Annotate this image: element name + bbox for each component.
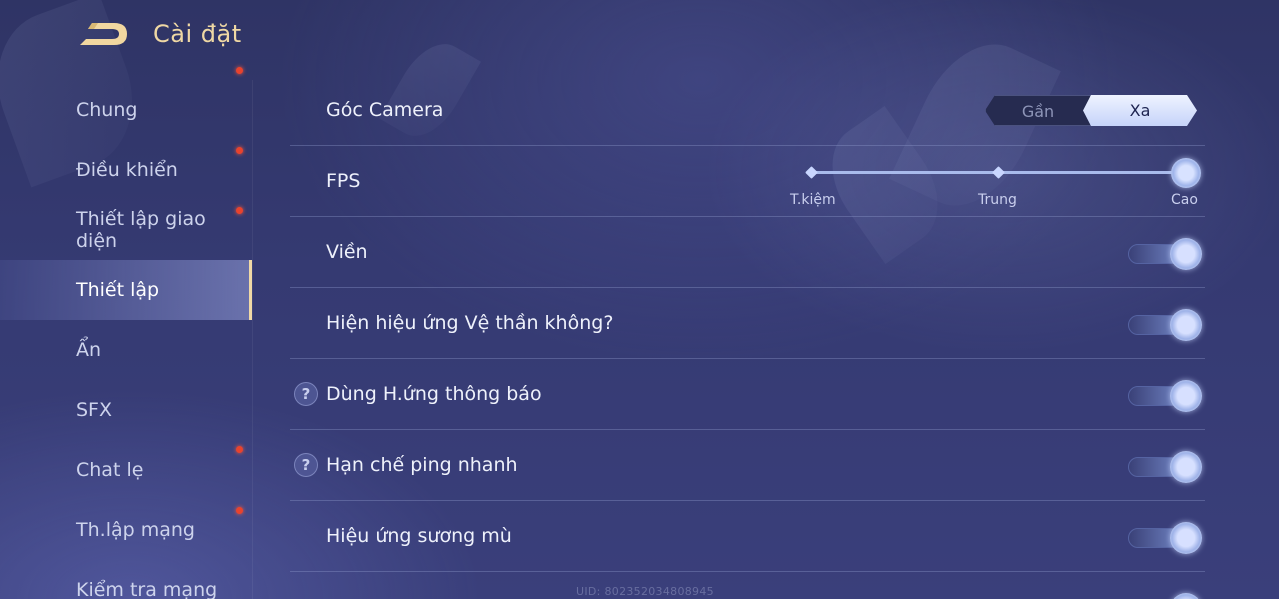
- fps-tick-label: T.kiệm: [790, 192, 836, 208]
- sidebar-item-settings[interactable]: Thiết lập: [0, 260, 252, 320]
- fps-tick-label: Cao: [1171, 192, 1198, 208]
- setting-row-fast-ping: ? Hạn chế ping nhanh: [290, 430, 1205, 501]
- setting-label: Hiện hiệu ứng Vệ thần không?: [326, 312, 614, 334]
- setting-row-camera: Góc Camera Gần Xa: [290, 75, 1205, 146]
- setting-label: Hiệu ứng sương mù: [326, 525, 512, 547]
- sidebar-item-label: Chat lẹ: [76, 459, 144, 481]
- fps-stop-eco[interactable]: [805, 166, 818, 179]
- notification-dot: [236, 207, 243, 214]
- sidebar-item-network-test[interactable]: Kiểm tra mạng: [0, 560, 252, 599]
- sidebar-item-general[interactable]: Chung: [0, 80, 252, 140]
- sidebar-divider: [252, 80, 253, 599]
- outline-toggle[interactable]: [1128, 238, 1204, 270]
- next-row-toggle[interactable]: [1128, 593, 1204, 599]
- sidebar-item-hidden[interactable]: Ẩn: [0, 320, 252, 380]
- sidebar-item-interface[interactable]: Thiết lập giao diện: [0, 200, 252, 260]
- user-id: UID: 802352034808945: [576, 585, 714, 598]
- setting-row-fps: FPS T.kiệm Trung Cao: [290, 146, 1205, 217]
- toggle-knob: [1170, 593, 1202, 599]
- camera-angle-selector: Gần Xa: [985, 95, 1197, 126]
- sidebar-item-label: Kiểm tra mạng: [76, 579, 218, 599]
- setting-label: Dùng H.ứng thông báo: [326, 383, 542, 405]
- sidebar-item-sfx[interactable]: SFX: [0, 380, 252, 440]
- back-arrow-icon: [80, 23, 127, 45]
- settings-panel: Góc Camera Gần Xa FPS T.kiệm Trung Cao V…: [290, 75, 1205, 599]
- page-title: Cài đặt: [153, 20, 242, 48]
- notification-dot: [236, 67, 243, 74]
- notification-dot: [236, 507, 243, 514]
- fog-effect-toggle[interactable]: [1128, 522, 1204, 554]
- help-icon[interactable]: ?: [294, 382, 318, 406]
- sidebar-item-controls[interactable]: Điều khiển: [0, 67, 252, 200]
- fps-tick-label: Trung: [978, 192, 1017, 208]
- toggle-knob: [1170, 451, 1202, 483]
- toggle-knob: [1170, 238, 1202, 270]
- toggle-knob: [1170, 309, 1202, 341]
- camera-option-far[interactable]: Xa: [1083, 95, 1197, 126]
- guardian-effect-toggle[interactable]: [1128, 309, 1204, 341]
- fps-stop-medium[interactable]: [992, 166, 1005, 179]
- toggle-knob: [1170, 380, 1202, 412]
- fast-ping-toggle[interactable]: [1128, 451, 1204, 483]
- sidebar: Chung Điều khiển Thiết lập giao diện Thi…: [0, 67, 252, 599]
- sidebar-item-quick-chat[interactable]: Chat lẹ: [0, 440, 252, 500]
- setting-row-guardian-effect: Hiện hiệu ứng Vệ thần không?: [290, 288, 1205, 359]
- sidebar-item-label: Thiết lập giao diện: [76, 208, 206, 252]
- setting-row-fog-effect: Hiệu ứng sương mù: [290, 501, 1205, 572]
- setting-label: Góc Camera: [326, 99, 444, 121]
- sidebar-item-label: Chung: [76, 99, 138, 121]
- setting-label: Hạn chế ping nhanh: [326, 454, 518, 476]
- sidebar-item-label: Điều khiển: [76, 159, 178, 181]
- sidebar-item-network-settings[interactable]: Th.lập mạng: [0, 500, 252, 560]
- help-icon[interactable]: ?: [294, 453, 318, 477]
- notification-dot: [236, 446, 243, 453]
- setting-label: FPS: [326, 170, 361, 192]
- toggle-knob: [1170, 522, 1202, 554]
- sidebar-item-label: Ẩn: [76, 339, 102, 361]
- setting-label: Viền: [326, 241, 368, 263]
- sidebar-item-label: Th.lập mạng: [76, 519, 195, 541]
- sidebar-item-label: Thiết lập: [76, 279, 160, 301]
- header: Cài đặt: [0, 0, 1279, 70]
- notification-effect-toggle[interactable]: [1128, 380, 1204, 412]
- setting-row-outline: Viền: [290, 217, 1205, 288]
- notification-dot: [236, 147, 243, 154]
- fps-slider-knob[interactable]: [1171, 158, 1201, 188]
- sidebar-item-label: SFX: [76, 399, 113, 421]
- setting-row-notification-effect: ? Dùng H.ứng thông báo: [290, 359, 1205, 430]
- back-button[interactable]: [78, 20, 130, 48]
- camera-option-near[interactable]: Gần: [985, 95, 1091, 126]
